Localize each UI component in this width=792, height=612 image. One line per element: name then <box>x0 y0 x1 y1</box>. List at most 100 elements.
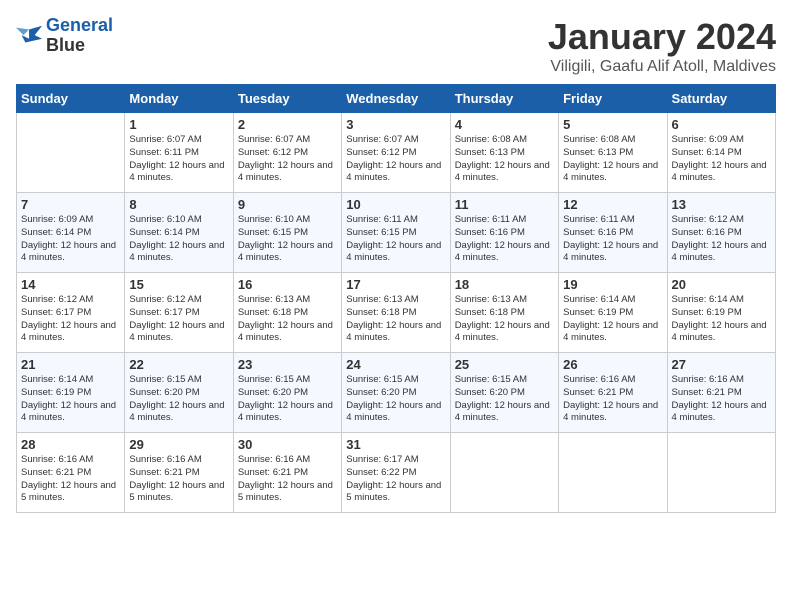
col-header-thursday: Thursday <box>450 85 558 113</box>
cell-info: Sunrise: 6:17 AMSunset: 6:22 PMDaylight:… <box>346 454 441 503</box>
day-number: 30 <box>238 437 337 452</box>
day-number: 22 <box>129 357 228 372</box>
col-header-monday: Monday <box>125 85 233 113</box>
col-header-friday: Friday <box>559 85 667 113</box>
day-number: 11 <box>455 197 554 212</box>
day-number: 23 <box>238 357 337 372</box>
calendar-cell: 19 Sunrise: 6:14 AMSunset: 6:19 PMDaylig… <box>559 273 667 353</box>
calendar-cell: 30 Sunrise: 6:16 AMSunset: 6:21 PMDaylig… <box>233 433 341 513</box>
day-number: 17 <box>346 277 445 292</box>
week-row-1: 1 Sunrise: 6:07 AMSunset: 6:11 PMDayligh… <box>17 113 776 193</box>
cell-info: Sunrise: 6:08 AMSunset: 6:13 PMDaylight:… <box>455 134 550 183</box>
day-number: 5 <box>563 117 662 132</box>
cell-info: Sunrise: 6:16 AMSunset: 6:21 PMDaylight:… <box>21 454 116 503</box>
day-number: 9 <box>238 197 337 212</box>
calendar-cell <box>17 113 125 193</box>
col-header-wednesday: Wednesday <box>342 85 450 113</box>
day-number: 27 <box>672 357 771 372</box>
calendar-cell: 15 Sunrise: 6:12 AMSunset: 6:17 PMDaylig… <box>125 273 233 353</box>
calendar-cell: 10 Sunrise: 6:11 AMSunset: 6:15 PMDaylig… <box>342 193 450 273</box>
day-number: 19 <box>563 277 662 292</box>
calendar-cell <box>559 433 667 513</box>
cell-info: Sunrise: 6:13 AMSunset: 6:18 PMDaylight:… <box>346 294 441 343</box>
calendar-cell: 16 Sunrise: 6:13 AMSunset: 6:18 PMDaylig… <box>233 273 341 353</box>
calendar-cell: 23 Sunrise: 6:15 AMSunset: 6:20 PMDaylig… <box>233 353 341 433</box>
calendar-cell: 20 Sunrise: 6:14 AMSunset: 6:19 PMDaylig… <box>667 273 775 353</box>
cell-info: Sunrise: 6:11 AMSunset: 6:15 PMDaylight:… <box>346 214 441 263</box>
cell-info: Sunrise: 6:11 AMSunset: 6:16 PMDaylight:… <box>455 214 550 263</box>
calendar-cell: 25 Sunrise: 6:15 AMSunset: 6:20 PMDaylig… <box>450 353 558 433</box>
cell-info: Sunrise: 6:12 AMSunset: 6:17 PMDaylight:… <box>21 294 116 343</box>
calendar-cell: 12 Sunrise: 6:11 AMSunset: 6:16 PMDaylig… <box>559 193 667 273</box>
day-number: 21 <box>21 357 120 372</box>
logo: GeneralBlue <box>16 16 113 56</box>
calendar-cell: 9 Sunrise: 6:10 AMSunset: 6:15 PMDayligh… <box>233 193 341 273</box>
calendar-cell: 7 Sunrise: 6:09 AMSunset: 6:14 PMDayligh… <box>17 193 125 273</box>
day-number: 24 <box>346 357 445 372</box>
col-header-saturday: Saturday <box>667 85 775 113</box>
cell-info: Sunrise: 6:07 AMSunset: 6:11 PMDaylight:… <box>129 134 224 183</box>
week-row-2: 7 Sunrise: 6:09 AMSunset: 6:14 PMDayligh… <box>17 193 776 273</box>
col-header-tuesday: Tuesday <box>233 85 341 113</box>
calendar-cell: 31 Sunrise: 6:17 AMSunset: 6:22 PMDaylig… <box>342 433 450 513</box>
day-number: 14 <box>21 277 120 292</box>
calendar-cell: 13 Sunrise: 6:12 AMSunset: 6:16 PMDaylig… <box>667 193 775 273</box>
col-header-sunday: Sunday <box>17 85 125 113</box>
calendar-table: SundayMondayTuesdayWednesdayThursdayFrid… <box>16 84 776 513</box>
day-number: 7 <box>21 197 120 212</box>
cell-info: Sunrise: 6:15 AMSunset: 6:20 PMDaylight:… <box>238 374 333 423</box>
cell-info: Sunrise: 6:15 AMSunset: 6:20 PMDaylight:… <box>129 374 224 423</box>
calendar-cell: 18 Sunrise: 6:13 AMSunset: 6:18 PMDaylig… <box>450 273 558 353</box>
day-number: 2 <box>238 117 337 132</box>
calendar-cell: 29 Sunrise: 6:16 AMSunset: 6:21 PMDaylig… <box>125 433 233 513</box>
calendar-cell: 4 Sunrise: 6:08 AMSunset: 6:13 PMDayligh… <box>450 113 558 193</box>
cell-info: Sunrise: 6:13 AMSunset: 6:18 PMDaylight:… <box>238 294 333 343</box>
calendar-cell: 27 Sunrise: 6:16 AMSunset: 6:21 PMDaylig… <box>667 353 775 433</box>
day-number: 6 <box>672 117 771 132</box>
calendar-cell: 26 Sunrise: 6:16 AMSunset: 6:21 PMDaylig… <box>559 353 667 433</box>
header-row: SundayMondayTuesdayWednesdayThursdayFrid… <box>17 85 776 113</box>
cell-info: Sunrise: 6:09 AMSunset: 6:14 PMDaylight:… <box>672 134 767 183</box>
day-number: 15 <box>129 277 228 292</box>
day-number: 18 <box>455 277 554 292</box>
title-block: January 2024 Viligili, Gaafu Alif Atoll,… <box>548 16 776 76</box>
cell-info: Sunrise: 6:16 AMSunset: 6:21 PMDaylight:… <box>563 374 658 423</box>
calendar-cell: 2 Sunrise: 6:07 AMSunset: 6:12 PMDayligh… <box>233 113 341 193</box>
calendar-cell: 8 Sunrise: 6:10 AMSunset: 6:14 PMDayligh… <box>125 193 233 273</box>
calendar-cell: 3 Sunrise: 6:07 AMSunset: 6:12 PMDayligh… <box>342 113 450 193</box>
day-number: 12 <box>563 197 662 212</box>
day-number: 31 <box>346 437 445 452</box>
logo-text: GeneralBlue <box>46 16 113 56</box>
day-number: 28 <box>21 437 120 452</box>
day-number: 3 <box>346 117 445 132</box>
week-row-4: 21 Sunrise: 6:14 AMSunset: 6:19 PMDaylig… <box>17 353 776 433</box>
cell-info: Sunrise: 6:13 AMSunset: 6:18 PMDaylight:… <box>455 294 550 343</box>
day-number: 25 <box>455 357 554 372</box>
cell-info: Sunrise: 6:14 AMSunset: 6:19 PMDaylight:… <box>563 294 658 343</box>
day-number: 8 <box>129 197 228 212</box>
day-number: 4 <box>455 117 554 132</box>
week-row-5: 28 Sunrise: 6:16 AMSunset: 6:21 PMDaylig… <box>17 433 776 513</box>
calendar-cell: 21 Sunrise: 6:14 AMSunset: 6:19 PMDaylig… <box>17 353 125 433</box>
month-title: January 2024 <box>548 16 776 58</box>
day-number: 1 <box>129 117 228 132</box>
calendar-cell: 17 Sunrise: 6:13 AMSunset: 6:18 PMDaylig… <box>342 273 450 353</box>
calendar-cell: 11 Sunrise: 6:11 AMSunset: 6:16 PMDaylig… <box>450 193 558 273</box>
cell-info: Sunrise: 6:14 AMSunset: 6:19 PMDaylight:… <box>672 294 767 343</box>
calendar-cell: 28 Sunrise: 6:16 AMSunset: 6:21 PMDaylig… <box>17 433 125 513</box>
day-number: 13 <box>672 197 771 212</box>
calendar-cell <box>450 433 558 513</box>
cell-info: Sunrise: 6:07 AMSunset: 6:12 PMDaylight:… <box>238 134 333 183</box>
day-number: 10 <box>346 197 445 212</box>
calendar-cell: 6 Sunrise: 6:09 AMSunset: 6:14 PMDayligh… <box>667 113 775 193</box>
location: Viligili, Gaafu Alif Atoll, Maldives <box>548 58 776 76</box>
cell-info: Sunrise: 6:12 AMSunset: 6:17 PMDaylight:… <box>129 294 224 343</box>
calendar-cell: 24 Sunrise: 6:15 AMSunset: 6:20 PMDaylig… <box>342 353 450 433</box>
calendar-cell: 1 Sunrise: 6:07 AMSunset: 6:11 PMDayligh… <box>125 113 233 193</box>
cell-info: Sunrise: 6:08 AMSunset: 6:13 PMDaylight:… <box>563 134 658 183</box>
cell-info: Sunrise: 6:16 AMSunset: 6:21 PMDaylight:… <box>129 454 224 503</box>
cell-info: Sunrise: 6:15 AMSunset: 6:20 PMDaylight:… <box>455 374 550 423</box>
cell-info: Sunrise: 6:10 AMSunset: 6:15 PMDaylight:… <box>238 214 333 263</box>
cell-info: Sunrise: 6:16 AMSunset: 6:21 PMDaylight:… <box>238 454 333 503</box>
calendar-cell: 14 Sunrise: 6:12 AMSunset: 6:17 PMDaylig… <box>17 273 125 353</box>
